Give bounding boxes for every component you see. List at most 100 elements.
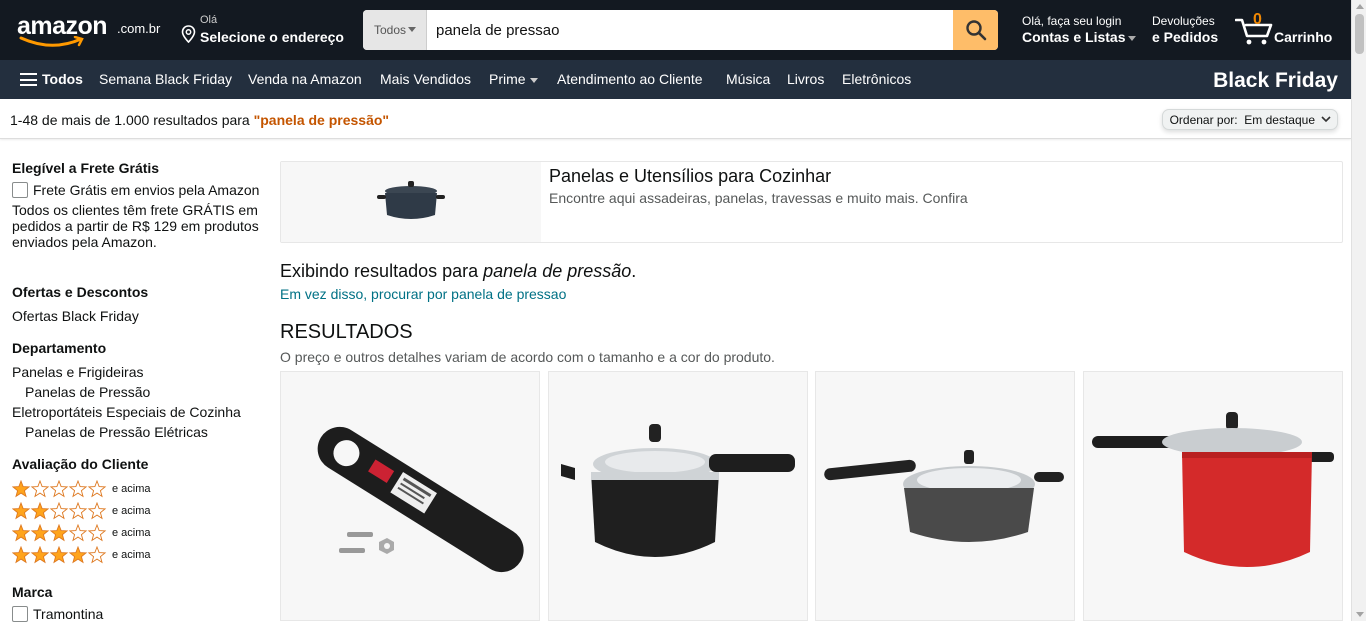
banner-subtitle: Encontre aqui assadeiras, panelas, trave… xyxy=(549,190,968,206)
department-section: Departamento Panelas e Frigideiras Panel… xyxy=(12,340,267,442)
nav-sell-on-amazon[interactable]: Venda na Amazon xyxy=(248,71,362,87)
black-pressure-cooker-image xyxy=(561,424,795,557)
returns-label: Devoluções xyxy=(1152,14,1215,28)
location-pin-icon xyxy=(181,25,196,43)
rating-filter-1[interactable]: e acima xyxy=(12,478,267,500)
checkbox[interactable] xyxy=(12,182,28,198)
sort-label: Ordenar por: xyxy=(1169,113,1238,127)
dept-electric-pressure-cookers[interactable]: Panelas de Pressão Elétricas xyxy=(12,422,267,442)
logo-tld: .com.br xyxy=(117,21,161,36)
rating-suffix: e acima xyxy=(112,483,151,495)
chevron-down-icon xyxy=(1321,116,1331,123)
amazon-logo[interactable]: amazon .com.br xyxy=(17,12,167,52)
pot-icon xyxy=(377,181,445,219)
category-banner[interactable]: Panelas e Utensílios para Cozinhar Encon… xyxy=(280,161,1343,243)
sort-dropdown[interactable]: Ordenar por: Em destaque xyxy=(1161,109,1338,130)
sort-value: Em destaque xyxy=(1244,113,1315,127)
deals-link[interactable]: Ofertas Black Friday xyxy=(12,306,267,326)
orders-label: e Pedidos xyxy=(1152,29,1219,45)
banner-title: Panelas e Utensílios para Cozinhar xyxy=(549,166,832,186)
returns-orders[interactable]: Devoluções e Pedidos xyxy=(1152,14,1218,45)
address-select: Selecione o endereço xyxy=(200,29,344,45)
rating-suffix: e acima xyxy=(112,527,151,539)
hamburger-icon[interactable] xyxy=(20,73,37,86)
rating-suffix: e acima xyxy=(112,549,151,561)
deals-title: Ofertas e Descontos xyxy=(12,284,149,300)
nav-all[interactable]: Todos xyxy=(42,71,83,87)
top-header: amazon .com.br Olá Selecione o endereço … xyxy=(0,0,1351,60)
brand-option[interactable]: Tramontina xyxy=(12,606,267,622)
account-greeting: Olá, faça seu login xyxy=(1022,14,1122,28)
scroll-down-icon[interactable] xyxy=(1356,612,1364,617)
showing-query: panela de pressão xyxy=(483,261,632,281)
star-rating-icon xyxy=(12,502,107,520)
rating-section: Avaliação do Cliente e acima e acima e aci… xyxy=(12,456,267,566)
page-scrollbar[interactable] xyxy=(1351,0,1366,621)
product-card[interactable] xyxy=(815,371,1075,621)
brand-title: Marca xyxy=(12,584,53,600)
search-button[interactable] xyxy=(953,10,998,50)
search-bar: Todos xyxy=(363,10,998,50)
nav-bar: Todos Semana Black Friday Venda na Amazo… xyxy=(0,60,1351,99)
rating-filter-2[interactable]: e acima xyxy=(12,500,267,522)
results-info-bar: 1-48 de mais de 1.000 resultados para "p… xyxy=(0,99,1351,139)
results-subtitle: O preço e outros detalhes variam de acor… xyxy=(280,349,775,365)
pot-image xyxy=(281,162,541,242)
search-category-label: Todos xyxy=(374,23,407,37)
product-grid xyxy=(280,371,1343,621)
cart-count: 0 xyxy=(1253,11,1262,28)
scroll-thumb[interactable] xyxy=(1355,14,1364,54)
deals-section: Ofertas e Descontos Ofertas Black Friday xyxy=(12,284,267,326)
smile-icon xyxy=(19,36,84,47)
dept-pressure-cookers[interactable]: Panelas de Pressão xyxy=(12,382,267,402)
search-instead-link[interactable]: Em vez disso, procurar por panela de pre… xyxy=(280,286,566,302)
scroll-up-icon[interactable] xyxy=(1356,4,1364,9)
nav-black-friday-week[interactable]: Semana Black Friday xyxy=(99,71,232,87)
free-shipping-note: Todos os clientes têm frete GRÁTIS em pe… xyxy=(12,202,259,250)
nav-books[interactable]: Livros xyxy=(787,71,824,87)
checkbox[interactable] xyxy=(12,606,28,622)
black-friday-promo[interactable]: Black Friday xyxy=(1213,69,1338,93)
results-query: "panela de pressão" xyxy=(253,112,390,128)
cart-button[interactable]: 0 Carrinho xyxy=(1235,11,1345,48)
rating-filter-3[interactable]: e acima xyxy=(12,522,267,544)
nav-best-sellers[interactable]: Mais Vendidos xyxy=(380,71,471,87)
search-category-select[interactable]: Todos xyxy=(363,10,427,50)
account-lists: Contas e Listas xyxy=(1022,29,1137,45)
rating-filter-4[interactable]: e acima xyxy=(12,544,267,566)
results-count: 1-48 de mais de 1.000 resultados para "p… xyxy=(10,112,390,128)
nav-electronics[interactable]: Eletrônicos xyxy=(842,71,911,87)
free-shipping-option[interactable]: Frete Grátis em envios pela Amazon xyxy=(12,182,267,198)
department-title: Departamento xyxy=(12,340,107,356)
rating-list: e acima e acima e acima e acima xyxy=(12,478,267,566)
delivery-address[interactable]: Olá Selecione o endereço xyxy=(181,13,351,49)
star-rating-icon xyxy=(12,524,107,542)
rating-title: Avaliação do Cliente xyxy=(12,456,149,472)
black-pressure-cooker-handle-image xyxy=(317,426,524,573)
star-rating-icon xyxy=(12,480,107,498)
star-rating-icon xyxy=(12,546,107,564)
brand-section: Marca Tramontina xyxy=(12,584,267,622)
free-shipping-title: Elegível a Frete Grátis xyxy=(12,160,160,176)
search-input[interactable] xyxy=(427,10,953,50)
nav-prime[interactable]: Prime xyxy=(489,71,538,87)
chevron-down-icon xyxy=(408,27,416,32)
search-icon xyxy=(965,20,986,41)
red-pressure-cooker-image xyxy=(1092,412,1334,567)
account-menu[interactable]: Olá, faça seu login Contas e Listas xyxy=(1022,14,1137,45)
dept-pans[interactable]: Panelas e Frigideiras xyxy=(12,362,267,382)
chevron-down-icon xyxy=(529,77,538,83)
dept-kitchen-appliances[interactable]: Eletroportáteis Especiais de Cozinha xyxy=(12,402,267,422)
nav-music[interactable]: Música xyxy=(726,71,770,87)
results-heading: RESULTADOS xyxy=(280,321,413,343)
product-card[interactable] xyxy=(548,371,808,621)
product-card[interactable] xyxy=(280,371,540,621)
showing-results: Exibindo resultados para panela de press… xyxy=(280,261,637,281)
rating-suffix: e acima xyxy=(112,505,151,517)
nav-customer-service[interactable]: Atendimento ao Cliente xyxy=(557,71,703,87)
address-greeting: Olá xyxy=(200,14,218,26)
product-card[interactable] xyxy=(1083,371,1343,621)
silver-dark-pressure-cooker-image xyxy=(824,450,1064,542)
free-shipping-section: Elegível a Frete Grátis Frete Grátis em … xyxy=(12,160,267,250)
chevron-down-icon xyxy=(1128,35,1137,41)
